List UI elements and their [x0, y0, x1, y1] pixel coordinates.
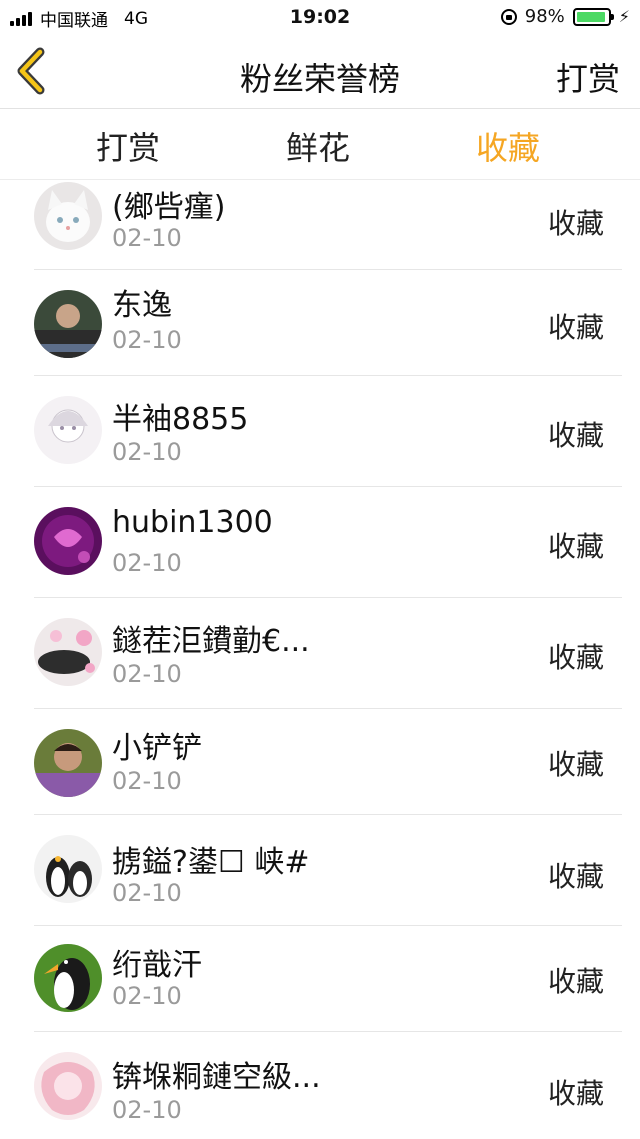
tab-favorites[interactable]: 收藏: [476, 123, 540, 169]
tab-bar: 打赏 鲜花 收藏: [0, 109, 640, 180]
penguin-avatar-image: [34, 944, 102, 1012]
list-item[interactable]: 半袖8855 02-10 收藏: [0, 376, 640, 487]
fan-date: 02-10: [112, 1096, 182, 1124]
fan-name: (鄉呰瘽): [112, 190, 226, 225]
fan-type: 收藏: [547, 965, 604, 998]
avatar: [34, 290, 102, 358]
avatar: [34, 944, 102, 1012]
fan-date: 02-10: [112, 767, 182, 795]
list-item[interactable]: 小铲铲 02-10 收藏: [0, 709, 640, 815]
page-title: 粉丝荣誉榜: [239, 60, 400, 98]
orientation-lock-icon: [500, 8, 517, 25]
list-item[interactable]: 鐩茬洰鐨勭€... 02-10 收藏: [0, 598, 640, 709]
fan-name: 鐩茬洰鐨勭€...: [112, 624, 310, 659]
fan-name: 锛堢粡鏈空級...: [112, 1060, 321, 1095]
fan-name: 东逸: [112, 288, 172, 323]
status-right: 98% ⚡: [500, 6, 630, 27]
fan-name: 半袖8855: [112, 402, 249, 437]
fan-type: 收藏: [547, 641, 604, 674]
avatar: [34, 835, 102, 903]
person-avatar-image: [34, 290, 102, 358]
fan-date: 02-10: [112, 982, 182, 1010]
list-item[interactable]: 锛堢粡鏈空級... 02-10 收藏: [0, 1032, 640, 1137]
charging-icon: ⚡: [618, 7, 630, 26]
fan-type: 收藏: [547, 419, 604, 452]
anime-avatar-image: [34, 396, 102, 464]
nav-bar: 粉丝荣誉榜 打赏: [0, 36, 640, 109]
battery-icon: [572, 7, 614, 26]
penguin-avatar-image: [34, 835, 102, 903]
fan-name: 绗戠汗: [112, 948, 202, 983]
tab-flowers[interactable]: 鲜花: [286, 123, 350, 169]
chevron-left-icon: [17, 47, 45, 95]
fan-name: hubin1300: [112, 505, 273, 540]
list-item[interactable]: 绗戠汗 02-10 收藏: [0, 926, 640, 1032]
fan-name: 小铲铲: [112, 731, 202, 766]
pink-avatar-image: [34, 1052, 102, 1120]
fan-date: 02-10: [112, 660, 182, 688]
avatar: [34, 1052, 102, 1120]
fan-list: (鄉呰瘽) 02-10 收藏 东逸 02-10 收藏 半袖8855 02-10 …: [0, 180, 640, 1137]
valentine-avatar-image: [34, 507, 102, 575]
fan-type: 收藏: [547, 311, 604, 344]
avatar: [34, 729, 102, 797]
list-item[interactable]: 东逸 02-10 收藏: [0, 270, 640, 376]
fan-type: 收藏: [547, 207, 604, 240]
avatar: [34, 618, 102, 686]
list-item[interactable]: hubin1300 02-10 收藏: [0, 487, 640, 598]
fan-name: 掳鎰?鍙☐ 峡#: [112, 845, 310, 880]
fan-type: 收藏: [547, 1077, 604, 1110]
reward-button[interactable]: 打赏: [556, 54, 620, 100]
avatar: [34, 182, 102, 250]
avatar: [34, 507, 102, 575]
list-item[interactable]: (鄉呰瘽) 02-10 收藏: [0, 180, 640, 270]
battery-percent: 98%: [524, 6, 565, 27]
fan-date: 02-10: [112, 224, 182, 252]
flower-avatar-image: [34, 618, 102, 686]
fan-type: 收藏: [547, 530, 604, 563]
fan-date: 02-10: [112, 438, 182, 466]
back-button[interactable]: [12, 46, 56, 96]
fan-date: 02-10: [112, 549, 182, 577]
person-avatar-image: [34, 729, 102, 797]
fan-type: 收藏: [547, 860, 604, 893]
list-item[interactable]: 掳鎰?鍙☐ 峡# 02-10 收藏: [0, 815, 640, 926]
tab-reward[interactable]: 打赏: [96, 123, 160, 169]
avatar: [34, 396, 102, 464]
fan-date: 02-10: [112, 326, 182, 354]
fan-type: 收藏: [547, 748, 604, 781]
fan-date: 02-10: [112, 879, 182, 907]
cat-avatar-image: [34, 182, 102, 250]
status-bar: 中国联通 4G 19:02 98% ⚡: [0, 0, 640, 36]
